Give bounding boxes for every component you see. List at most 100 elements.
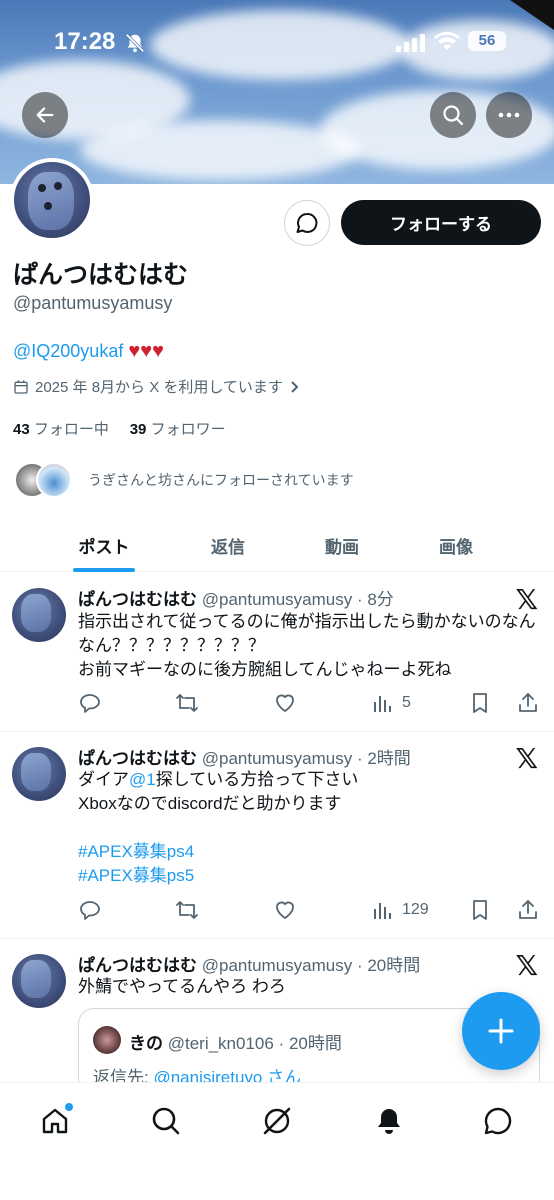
share-icon xyxy=(519,693,537,712)
profile-handle: @pantumusyamusy xyxy=(13,293,173,313)
post-avatar[interactable] xyxy=(12,954,66,1008)
post-text: 外鯖でやってるんやろ わろ xyxy=(78,977,286,996)
search-button[interactable] xyxy=(430,92,476,138)
views-button[interactable]: 5 xyxy=(372,689,411,717)
post-text: ダイア@1探している方拾って下さい Xboxなのでdiscordだと助かります … xyxy=(78,768,540,888)
plus-icon xyxy=(488,1018,514,1044)
nav-notifications[interactable] xyxy=(369,1101,409,1141)
post-text-part: 探している方拾って下さい xyxy=(155,770,359,789)
post-mention-link[interactable]: @1 xyxy=(129,770,156,789)
tab-images[interactable]: 画像 xyxy=(404,518,508,572)
message-button[interactable] xyxy=(284,200,330,246)
share-button[interactable] xyxy=(516,896,540,924)
grok-icon xyxy=(263,1107,291,1135)
following-link[interactable]: 43 フォロー中 xyxy=(13,421,109,438)
nav-home[interactable] xyxy=(35,1101,75,1141)
hashtag-link[interactable]: #APEX募集ps5 xyxy=(78,866,194,885)
quote-handle-time: @teri_kn0106 · 20時間 xyxy=(167,1034,342,1053)
post-text: 指示出されて従ってるのに俺が指示出したら動かないのなんなん？？？？？？？？？ お… xyxy=(78,612,536,679)
views-count: 129 xyxy=(402,901,429,918)
repost-button[interactable] xyxy=(174,689,200,717)
battery-level: 56 xyxy=(468,31,506,51)
tab-replies[interactable]: 返信 xyxy=(176,518,280,572)
chevron-right-icon xyxy=(291,380,299,393)
hashtag-link[interactable]: #APEX募集ps4 xyxy=(78,842,194,861)
reply-button[interactable] xyxy=(78,689,102,717)
post-handle-time: @pantumusyamusy · 20時間 xyxy=(201,956,421,975)
followers-count: 39 xyxy=(129,421,147,438)
cellular-signal-icon xyxy=(396,34,426,57)
bio-mention-link[interactable]: @IQ200yukaf xyxy=(13,341,123,361)
corner-shade xyxy=(510,0,554,30)
tab-label: 画像 xyxy=(439,537,473,557)
profile-banner[interactable]: 17:28 56 xyxy=(0,0,554,184)
share-button[interactable] xyxy=(516,689,540,717)
joined-date[interactable]: 2025 年 8月から X を利用しています xyxy=(13,376,301,397)
tab-label: 動画 xyxy=(325,537,359,557)
joined-text: 2025 年 8月から X を利用しています xyxy=(35,379,283,396)
following-label: フォロー中 xyxy=(33,421,109,438)
post-avatar[interactable] xyxy=(12,588,66,642)
bell-icon xyxy=(378,1109,400,1134)
followers-link[interactable]: 39 フォロワー xyxy=(130,421,226,438)
more-options-button[interactable] xyxy=(486,92,532,138)
repost-button[interactable] xyxy=(174,896,200,924)
bookmark-button[interactable] xyxy=(469,896,491,924)
followed-by-row[interactable]: うぎさんと坊さんにフォローされています xyxy=(14,460,354,500)
status-bar: 17:28 56 xyxy=(0,26,554,60)
like-button[interactable] xyxy=(273,689,297,717)
more-dots-icon xyxy=(498,112,520,118)
post-item[interactable]: ぱんつはむはむ @pantumusyamusy · 2時間 𝕏 ダイア@1探して… xyxy=(0,732,554,939)
post-author-name[interactable]: ぱんつはむはむ xyxy=(78,749,197,768)
following-count: 43 xyxy=(13,421,30,438)
post-item[interactable]: ぱんつはむはむ @pantumusyamusy · 8分 𝕏 指示出されて従って… xyxy=(0,573,554,732)
nav-grok[interactable] xyxy=(257,1101,297,1141)
post-text-line: Xboxなのでdiscordだと助かります xyxy=(78,794,342,813)
tab-posts[interactable]: ポスト xyxy=(52,518,156,572)
arrow-left-icon xyxy=(36,107,54,123)
quote-author-name: きの xyxy=(129,1034,163,1053)
post-author-name[interactable]: ぱんつはむはむ xyxy=(78,956,197,975)
follow-button[interactable]: フォローする xyxy=(341,200,541,245)
back-button[interactable] xyxy=(22,92,68,138)
nav-search[interactable] xyxy=(146,1101,186,1141)
search-icon xyxy=(152,1107,180,1135)
analytics-icon xyxy=(374,903,391,919)
tab-videos[interactable]: 動画 xyxy=(290,518,394,572)
post-handle-time: @pantumusyamusy · 8分 xyxy=(201,590,394,609)
bookmark-button[interactable] xyxy=(469,689,491,717)
profile-avatar[interactable] xyxy=(10,158,94,242)
follow-counts: 43 フォロー中 39 フォロワー xyxy=(13,418,226,439)
silent-mode-icon xyxy=(124,32,146,59)
analytics-icon xyxy=(374,696,391,712)
like-button[interactable] xyxy=(273,896,297,924)
status-time: 17:28 xyxy=(54,28,116,55)
post-avatar[interactable] xyxy=(12,747,66,801)
repost-icon xyxy=(176,901,198,919)
active-tab-indicator xyxy=(73,568,135,572)
bio-hearts: ♥♥♥ xyxy=(128,340,164,362)
post-header: ぱんつはむはむ @pantumusyamusy · 8分 xyxy=(78,585,394,610)
reply-icon xyxy=(80,694,100,713)
bottom-navigation xyxy=(0,1082,554,1200)
bookmark-icon xyxy=(473,900,487,920)
tab-label: 返信 xyxy=(211,537,245,557)
profile-tabs: ポスト 返信 動画 画像 xyxy=(0,518,554,572)
repost-icon xyxy=(176,694,198,712)
nav-messages[interactable] xyxy=(478,1101,518,1141)
followed-by-text: うぎさんと坊さんにフォローされています xyxy=(88,472,354,488)
follower-avatar xyxy=(36,462,72,498)
profile-name: ぱんつはむはむ xyxy=(13,261,189,289)
post-header: ぱんつはむはむ @pantumusyamusy · 20時間 xyxy=(78,951,420,976)
search-icon xyxy=(443,105,464,126)
heart-icon xyxy=(276,694,294,712)
post-author-name[interactable]: ぱんつはむはむ xyxy=(78,590,197,609)
reply-button[interactable] xyxy=(78,896,102,924)
chat-bubble-icon xyxy=(484,1107,512,1135)
post-actions: 5 xyxy=(78,689,540,717)
views-button[interactable]: 129 xyxy=(372,896,429,924)
post-header: ぱんつはむはむ @pantumusyamusy · 2時間 xyxy=(78,744,411,769)
chat-bubble-icon xyxy=(296,212,318,233)
quote-header: きの @teri_kn0106 · 20時間 xyxy=(129,1029,342,1054)
compose-post-button[interactable] xyxy=(462,992,540,1070)
